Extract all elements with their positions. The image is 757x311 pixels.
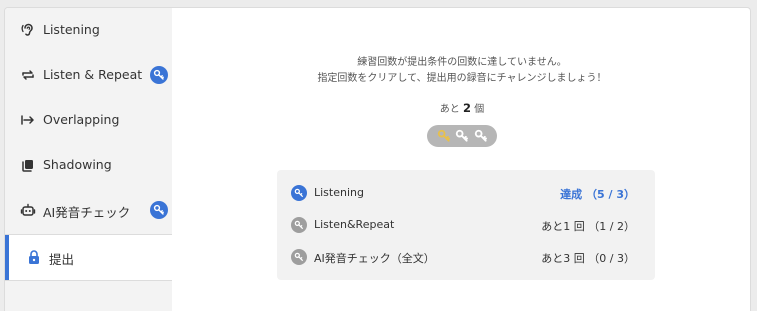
sidebar-item-label: Listening bbox=[43, 22, 100, 37]
requirement-row: Listening 達成 （5 / 3） bbox=[277, 178, 655, 208]
requirement-name: Listen&Repeat bbox=[314, 218, 395, 231]
sidebar-divider bbox=[5, 280, 172, 281]
requirement-status: 達成 （5 / 3） bbox=[560, 188, 635, 201]
window-frame: Listening Listen & Repeat Overlapping Sh… bbox=[4, 7, 751, 311]
sidebar-item-ai-check[interactable]: AI発音チェック bbox=[5, 188, 172, 233]
key-locked-icon bbox=[455, 129, 468, 142]
requirement-row: AI発音チェック（全文） あと3 回 （0 / 3） bbox=[277, 242, 655, 272]
message-line-1: 練習回数が提出条件の回数に達していません。 bbox=[357, 57, 567, 68]
ear-icon bbox=[19, 21, 37, 39]
sidebar-item-label: Overlapping bbox=[43, 112, 120, 127]
requirement-status: あと1 回 （1 / 2） bbox=[541, 220, 635, 233]
sidebar: Listening Listen & Repeat Overlapping Sh… bbox=[5, 8, 172, 311]
key-pending-icon bbox=[291, 217, 307, 233]
arrow-right-bar-icon bbox=[19, 111, 37, 129]
remaining-prefix: あと bbox=[439, 104, 460, 115]
key-earned-icon bbox=[437, 129, 450, 142]
requirements-card: Listening 達成 （5 / 3） Listen&Repeat あと1 回… bbox=[277, 170, 655, 280]
sidebar-item-label: Shadowing bbox=[43, 157, 112, 172]
sidebar-item-listening[interactable]: Listening bbox=[5, 8, 172, 53]
sidebar-item-label: Listen & Repeat bbox=[43, 67, 143, 82]
lock-icon bbox=[25, 248, 43, 266]
active-indicator bbox=[5, 235, 9, 280]
requirement-name: AI発音チェック（全文） bbox=[314, 252, 435, 265]
layers-icon bbox=[19, 156, 37, 174]
remaining-count-text: あと 2 個 bbox=[172, 100, 750, 115]
key-pending-icon bbox=[291, 249, 307, 265]
requirement-status: あと3 回 （0 / 3） bbox=[541, 252, 635, 265]
requirement-name: Listening bbox=[314, 186, 364, 199]
sidebar-item-label: 提出 bbox=[49, 252, 75, 267]
requirement-row: Listen&Repeat あと1 回 （1 / 2） bbox=[277, 210, 655, 240]
robot-icon bbox=[19, 201, 37, 219]
main-panel: 練習回数が提出条件の回数に達していません。 指定回数をクリアして、提出用の録音に… bbox=[172, 8, 750, 311]
key-locked-icon bbox=[474, 129, 487, 142]
sidebar-item-submit[interactable]: 提出 bbox=[5, 235, 172, 280]
remaining-count: 2 bbox=[462, 101, 471, 115]
key-achieved-icon bbox=[291, 185, 307, 201]
sidebar-item-listen-repeat[interactable]: Listen & Repeat bbox=[5, 53, 172, 98]
key-badge-icon bbox=[150, 201, 168, 219]
sidebar-item-shadowing[interactable]: Shadowing bbox=[5, 143, 172, 188]
message-line-2: 指定回数をクリアして、提出用の録音にチャレンジしましょう！ bbox=[317, 73, 607, 84]
repeat-icon bbox=[19, 66, 37, 84]
key-badge-icon bbox=[150, 66, 168, 84]
key-progress bbox=[427, 125, 497, 147]
sidebar-item-overlapping[interactable]: Overlapping bbox=[5, 98, 172, 143]
remaining-suffix: 個 bbox=[474, 104, 485, 115]
sidebar-item-label: AI発音チェック bbox=[43, 205, 131, 220]
